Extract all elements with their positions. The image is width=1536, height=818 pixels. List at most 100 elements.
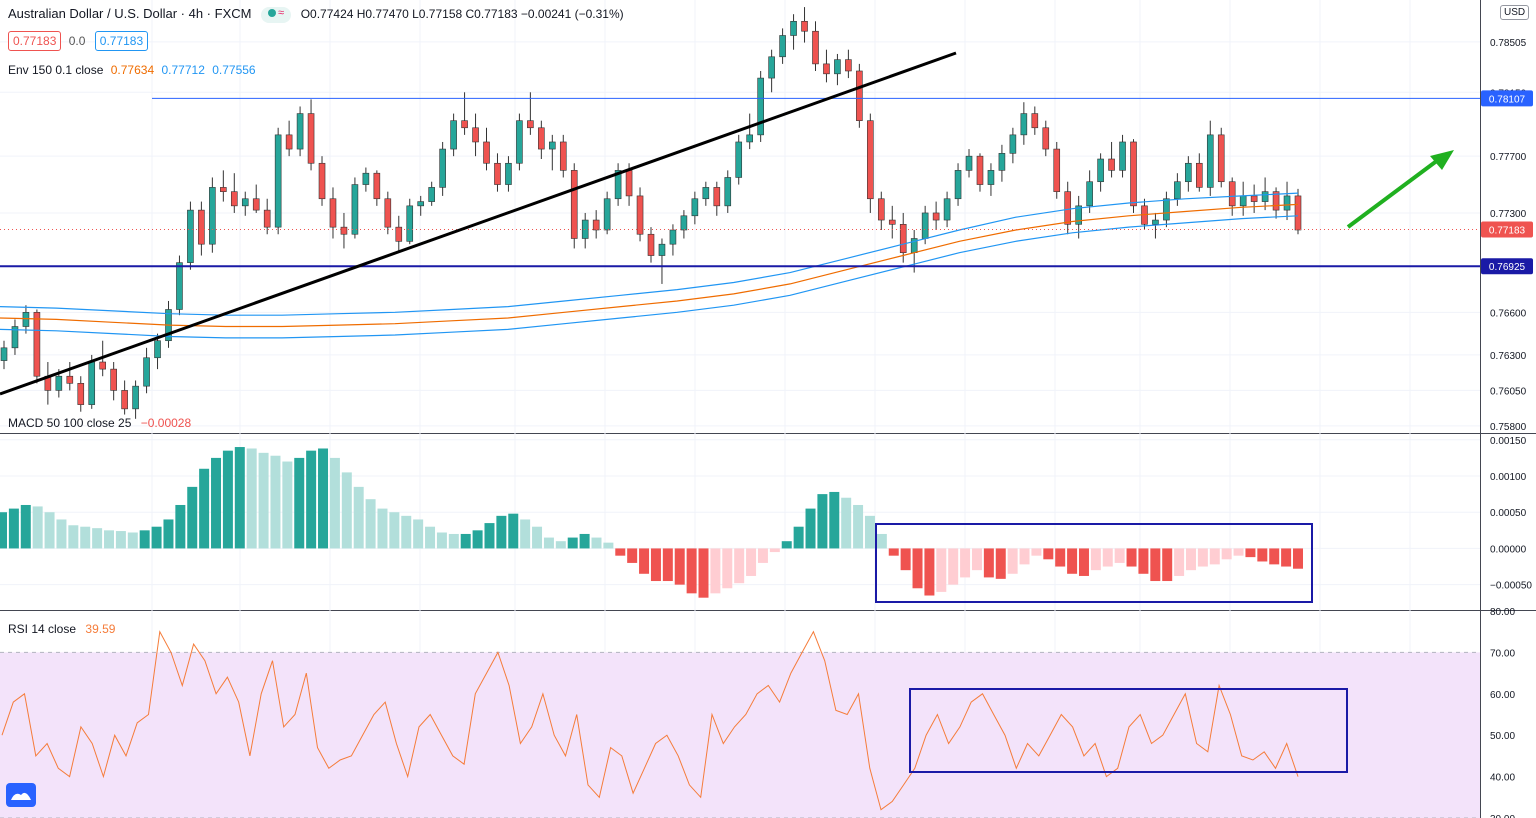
- candle[interactable]: [713, 181, 721, 216]
- macd-legend[interactable]: MACD 50 100 close 25 −0.00028: [8, 416, 191, 430]
- candle[interactable]: [1097, 153, 1104, 192]
- candle[interactable]: [932, 201, 940, 230]
- candle[interactable]: [340, 212, 348, 249]
- candle[interactable]: [1108, 141, 1115, 178]
- candle[interactable]: [516, 113, 523, 171]
- candle[interactable]: [406, 198, 414, 245]
- buy-price-button[interactable]: 0.77183: [94, 31, 149, 51]
- candle[interactable]: [220, 170, 227, 202]
- candle[interactable]: [592, 210, 600, 239]
- rsi-legend[interactable]: RSI 14 close 39.59: [8, 622, 115, 636]
- candle[interactable]: [856, 63, 863, 128]
- candle[interactable]: [691, 191, 699, 225]
- candle[interactable]: [384, 191, 392, 235]
- candle[interactable]: [318, 156, 326, 206]
- candle[interactable]: [888, 205, 896, 239]
- candle[interactable]: [1283, 181, 1291, 221]
- candle[interactable]: [581, 212, 589, 249]
- candle[interactable]: [252, 184, 260, 213]
- candle[interactable]: [439, 141, 446, 196]
- candle[interactable]: [998, 144, 1006, 182]
- candle[interactable]: [1272, 187, 1280, 219]
- candle[interactable]: [757, 70, 764, 142]
- candle[interactable]: [834, 53, 841, 86]
- candle[interactable]: [669, 224, 677, 256]
- candle[interactable]: [230, 173, 238, 213]
- candle[interactable]: [1064, 181, 1072, 235]
- candle[interactable]: [1174, 173, 1181, 206]
- candle[interactable]: [1053, 141, 1061, 199]
- candle[interactable]: [954, 163, 962, 206]
- up-arrow-icon[interactable]: [1346, 155, 1444, 229]
- candle[interactable]: [428, 181, 435, 206]
- candle[interactable]: [494, 153, 501, 192]
- candle[interactable]: [1294, 188, 1302, 235]
- candle[interactable]: [187, 201, 194, 270]
- candle[interactable]: [647, 227, 655, 263]
- candle[interactable]: [110, 362, 117, 401]
- candle[interactable]: [1163, 191, 1170, 228]
- candle[interactable]: [373, 170, 381, 206]
- symbol-title[interactable]: Australian Dollar / U.S. Dollar · 4h · F…: [8, 6, 251, 21]
- candle[interactable]: [209, 177, 216, 253]
- candle[interactable]: [77, 376, 85, 412]
- candle[interactable]: [976, 153, 984, 192]
- market-status-toggle[interactable]: ≈: [261, 6, 292, 23]
- candle[interactable]: [735, 134, 743, 185]
- candle[interactable]: [472, 113, 479, 157]
- candle[interactable]: [132, 380, 139, 419]
- candle[interactable]: [559, 134, 567, 178]
- candle[interactable]: [1042, 120, 1050, 157]
- candle[interactable]: [549, 134, 556, 171]
- candle[interactable]: [263, 198, 271, 235]
- candle[interactable]: [1130, 139, 1137, 213]
- candle[interactable]: [307, 99, 315, 171]
- envelope-legend[interactable]: Env 150 0.1 close 0.77634 0.77712 0.7755…: [8, 63, 256, 77]
- sell-price-button[interactable]: 0.77183: [8, 31, 62, 51]
- candle[interactable]: [274, 127, 282, 235]
- candle[interactable]: [746, 113, 753, 150]
- candle[interactable]: [1031, 106, 1039, 135]
- candle[interactable]: [823, 49, 830, 83]
- candle[interactable]: [285, 120, 293, 157]
- tradingview-logo-icon[interactable]: [6, 783, 36, 807]
- candle[interactable]: [801, 7, 808, 43]
- candle[interactable]: [176, 255, 183, 316]
- candle[interactable]: [198, 201, 205, 256]
- currency-button[interactable]: USD: [1500, 5, 1530, 20]
- candle[interactable]: [943, 191, 951, 228]
- candle[interactable]: [1020, 102, 1028, 145]
- price-axis[interactable]: 0.785050.781500.777000.773000.766000.763…: [1481, 38, 1533, 818]
- candle[interactable]: [11, 319, 19, 355]
- candle[interactable]: [812, 21, 819, 71]
- candle[interactable]: [483, 127, 490, 171]
- candle[interactable]: [790, 14, 797, 50]
- candle[interactable]: [965, 149, 973, 178]
- candle[interactable]: [1119, 134, 1126, 178]
- candle[interactable]: [1261, 177, 1269, 211]
- candle[interactable]: [66, 362, 74, 391]
- candle[interactable]: [1250, 184, 1258, 213]
- candle[interactable]: [614, 163, 622, 206]
- candle[interactable]: [121, 380, 128, 415]
- macd-pane[interactable]: [0, 447, 1303, 598]
- trading-chart[interactable]: 0.785050.781500.777000.773000.766000.763…: [0, 0, 1536, 818]
- candle[interactable]: [362, 167, 370, 192]
- candle[interactable]: [658, 238, 666, 284]
- candle[interactable]: [505, 156, 512, 192]
- candle[interactable]: [241, 191, 249, 216]
- candle[interactable]: [1196, 153, 1203, 192]
- candle[interactable]: [450, 113, 457, 157]
- candle[interactable]: [1217, 127, 1225, 188]
- candle[interactable]: [33, 309, 41, 384]
- candle[interactable]: [570, 163, 578, 249]
- candle[interactable]: [636, 187, 644, 242]
- candle[interactable]: [1239, 181, 1247, 216]
- candle[interactable]: [702, 181, 710, 206]
- candle[interactable]: [680, 210, 688, 239]
- candle[interactable]: [538, 120, 545, 160]
- candle[interactable]: [395, 215, 403, 253]
- candle[interactable]: [877, 191, 885, 230]
- candle[interactable]: [845, 49, 852, 79]
- candle[interactable]: [329, 187, 337, 239]
